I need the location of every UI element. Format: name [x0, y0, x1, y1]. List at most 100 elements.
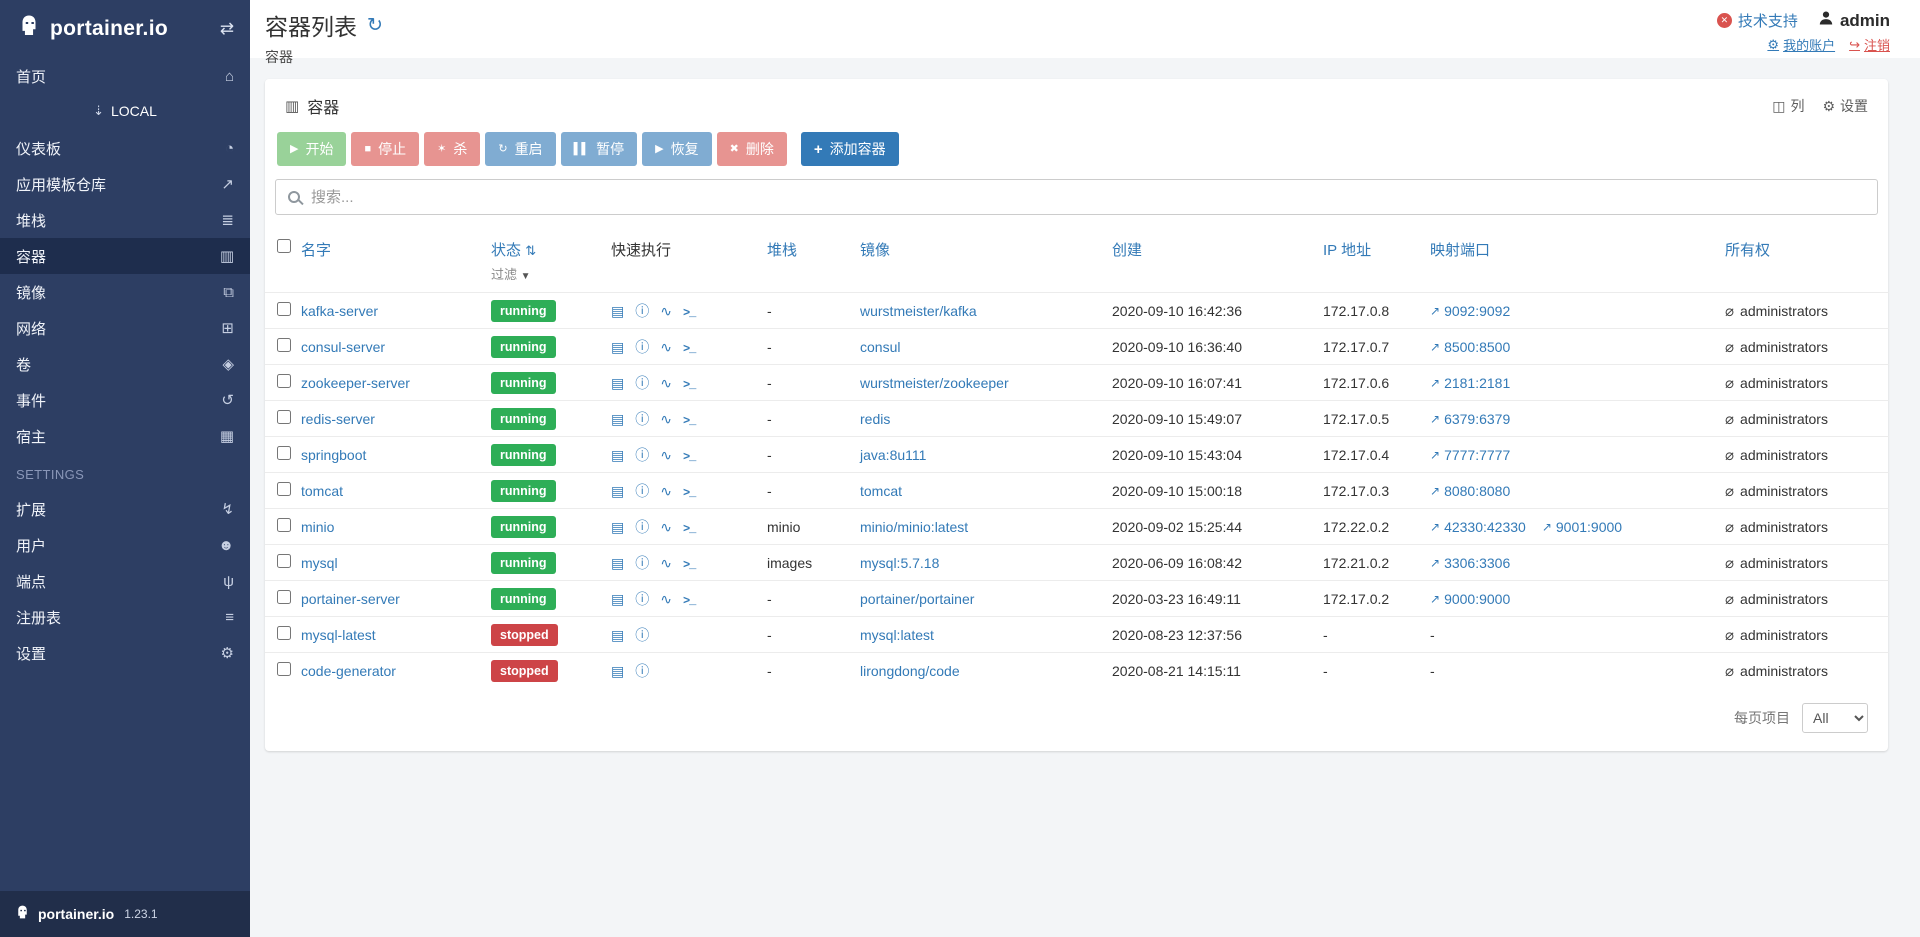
inspect-icon[interactable]: ⓘ [635, 447, 649, 463]
my-account-link[interactable]: ⚙ 我的账户 [1767, 35, 1835, 54]
logs-icon[interactable]: ▤ [611, 519, 624, 535]
sort-ip-button[interactable]: IP 地址 [1323, 242, 1371, 259]
sidebar-item-users[interactable]: 用户 ☻ [0, 527, 250, 563]
logs-icon[interactable]: ▤ [611, 339, 624, 355]
logs-icon[interactable]: ▤ [611, 483, 624, 499]
image-link[interactable]: redis [860, 411, 890, 427]
logs-icon[interactable]: ▤ [611, 375, 624, 391]
stats-icon[interactable]: ∿ [660, 519, 672, 535]
console-icon[interactable]: >_ [683, 594, 696, 608]
sidebar-item-dashboard[interactable]: 仪表板 ◔ [0, 130, 250, 166]
container-name-link[interactable]: kafka-server [301, 303, 378, 319]
sidebar-item-networks[interactable]: 网络 ⊞ [0, 310, 250, 346]
stats-icon[interactable]: ∿ [660, 339, 672, 355]
image-link[interactable]: consul [860, 339, 900, 355]
sidebar-item-host[interactable]: 宿主 ▦ [0, 418, 250, 454]
sort-created-button[interactable]: 创建 [1112, 242, 1142, 259]
items-per-page-select[interactable]: All [1802, 702, 1868, 733]
sidebar-item-extensions[interactable]: 扩展 ↯ [0, 491, 250, 527]
sort-stack-button[interactable]: 堆栈 [767, 242, 797, 259]
image-link[interactable]: java:8u111 [860, 447, 926, 463]
inspect-icon[interactable]: ⓘ [635, 519, 649, 535]
add-container-button[interactable]: + 添加容器 [800, 132, 899, 166]
port-link[interactable]: ↗ 42330:42330 [1430, 519, 1526, 535]
logs-icon[interactable]: ▤ [611, 447, 624, 463]
image-link[interactable]: wurstmeister/zookeeper [860, 375, 1009, 391]
row-checkbox[interactable] [277, 302, 291, 316]
inspect-icon[interactable]: ⓘ [635, 303, 649, 319]
image-link[interactable]: mysql:latest [860, 627, 934, 643]
sidebar-item-stacks[interactable]: 堆栈 ≣ [0, 202, 250, 238]
resume-button[interactable]: ▶ 恢复 [642, 132, 712, 166]
row-checkbox[interactable] [277, 482, 291, 496]
remove-button[interactable]: ✖ 删除 [716, 132, 787, 166]
row-checkbox[interactable] [277, 518, 291, 532]
columns-button[interactable]: ◫ 列 [1772, 96, 1804, 116]
sort-state-button[interactable]: 状态 ⇅ [491, 242, 536, 259]
image-link[interactable]: mysql:5.7.18 [860, 555, 939, 571]
console-icon[interactable]: >_ [683, 306, 696, 320]
kill-button[interactable]: ✶ 杀 [424, 132, 481, 166]
console-icon[interactable]: >_ [683, 342, 696, 356]
filter-button[interactable]: 过滤 ▼ [491, 267, 531, 282]
pause-button[interactable]: ▌▌ 暂停 [560, 132, 638, 166]
stats-icon[interactable]: ∿ [660, 411, 672, 427]
container-name-link[interactable]: redis-server [301, 411, 375, 427]
inspect-icon[interactable]: ⓘ [635, 627, 649, 643]
logout-link[interactable]: ↪ 注销 [1849, 35, 1890, 54]
sidebar-item-registries[interactable]: 注册表 ≡ [0, 599, 250, 635]
image-link[interactable]: lirongdong/code [860, 663, 960, 679]
inspect-icon[interactable]: ⓘ [635, 663, 649, 679]
container-name-link[interactable]: code-generator [301, 663, 396, 679]
logs-icon[interactable]: ▤ [611, 591, 624, 607]
table-settings-button[interactable]: ⚙ 设置 [1822, 96, 1868, 116]
stats-icon[interactable]: ∿ [660, 555, 672, 571]
sidebar-item-containers[interactable]: 容器 ▥ [0, 238, 250, 274]
port-link[interactable]: ↗ 8500:8500 [1430, 339, 1510, 355]
container-name-link[interactable]: consul-server [301, 339, 385, 355]
sidebar-item-settings[interactable]: 设置 ⚙ [0, 635, 250, 671]
sidebar-collapse-button[interactable]: ⇄ [220, 19, 234, 39]
row-checkbox[interactable] [277, 446, 291, 460]
sidebar-item-endpoints[interactable]: 端点 ψ [0, 563, 250, 599]
row-checkbox[interactable] [277, 662, 291, 677]
logs-icon[interactable]: ▤ [611, 303, 624, 319]
image-link[interactable]: tomcat [860, 483, 902, 499]
sidebar-item-images[interactable]: 镜像 ⧉ [0, 274, 250, 310]
sidebar-item-volumes[interactable]: 卷 ◈ [0, 346, 250, 382]
container-name-link[interactable]: minio [301, 519, 334, 535]
row-checkbox[interactable] [277, 410, 291, 424]
user-menu[interactable]: admin [1818, 10, 1890, 31]
container-name-link[interactable]: tomcat [301, 483, 343, 499]
console-icon[interactable]: >_ [683, 414, 696, 428]
search-input[interactable] [311, 188, 1865, 206]
console-icon[interactable]: >_ [683, 522, 696, 536]
sidebar-item-events[interactable]: 事件 ↺ [0, 382, 250, 418]
row-checkbox[interactable] [277, 554, 291, 568]
sort-name-button[interactable]: 名字 [301, 242, 331, 259]
stats-icon[interactable]: ∿ [660, 375, 672, 391]
sort-image-button[interactable]: 镜像 [860, 242, 890, 259]
sidebar-item-home[interactable]: 首页 ⌂ [0, 58, 250, 94]
port-link[interactable]: ↗ 6379:6379 [1430, 411, 1510, 427]
row-checkbox[interactable] [277, 338, 291, 352]
inspect-icon[interactable]: ⓘ [635, 483, 649, 499]
portainer-logo[interactable]: portainer.io [16, 13, 168, 45]
logs-icon[interactable]: ▤ [611, 663, 624, 679]
container-name-link[interactable]: zookeeper-server [301, 375, 410, 391]
stats-icon[interactable]: ∿ [660, 483, 672, 499]
sort-ownership-button[interactable]: 所有权 [1725, 242, 1770, 259]
row-checkbox[interactable] [277, 590, 291, 604]
inspect-icon[interactable]: ⓘ [635, 591, 649, 607]
port-link[interactable]: ↗ 3306:3306 [1430, 555, 1510, 571]
select-all-checkbox[interactable] [277, 239, 291, 253]
port-link[interactable]: ↗ 9000:9000 [1430, 591, 1510, 607]
refresh-icon[interactable]: ↻ [367, 14, 383, 37]
console-icon[interactable]: >_ [683, 486, 696, 500]
stats-icon[interactable]: ∿ [660, 303, 672, 319]
port-link[interactable]: ↗ 9092:9092 [1430, 303, 1510, 319]
logs-icon[interactable]: ▤ [611, 627, 624, 643]
inspect-icon[interactable]: ⓘ [635, 339, 649, 355]
port-link[interactable]: ↗ 9001:9000 [1542, 519, 1622, 535]
port-link[interactable]: ↗ 2181:2181 [1430, 375, 1510, 391]
